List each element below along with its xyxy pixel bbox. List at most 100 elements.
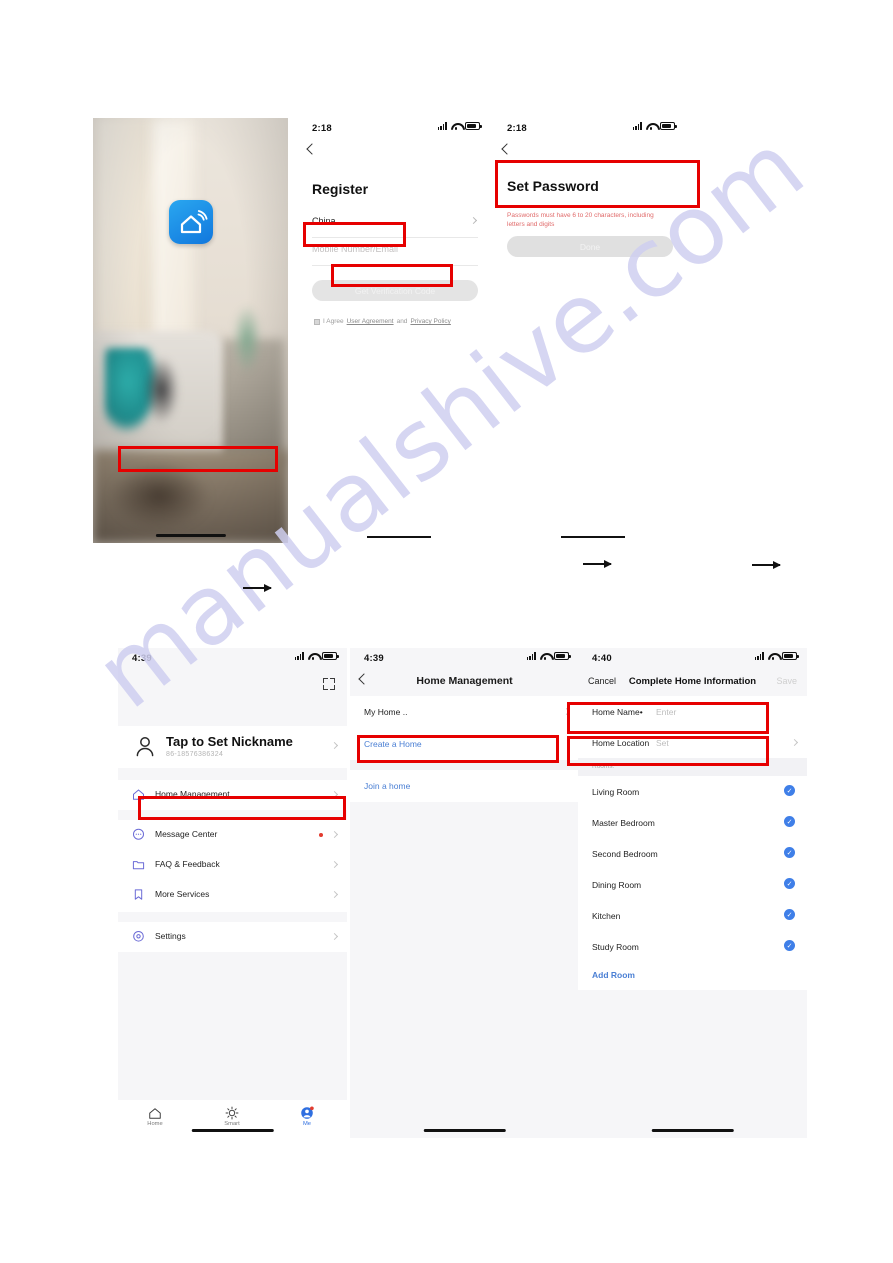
check-icon[interactable]: ✓ bbox=[784, 878, 795, 889]
list-item[interactable]: Living Room ✓ bbox=[578, 776, 807, 807]
agreement-conjunction: and bbox=[396, 318, 408, 325]
user-avatar-icon bbox=[136, 737, 154, 757]
home-info-form: Home Name• Enter Home Location Set Rooms… bbox=[578, 696, 807, 990]
home-indicator bbox=[155, 534, 226, 537]
smart-home-wifi-logo-icon bbox=[168, 200, 213, 244]
home-name-placeholder: Enter bbox=[656, 707, 677, 717]
signal-icon bbox=[294, 652, 304, 660]
list-item[interactable]: Master Bedroom ✓ bbox=[578, 807, 807, 838]
folder-icon bbox=[132, 861, 145, 870]
create-a-home-button[interactable]: Create a Home bbox=[350, 728, 579, 760]
home-outline-icon bbox=[134, 1106, 176, 1120]
tab-label: Smart bbox=[224, 1121, 240, 1127]
list-item[interactable]: Dining Room ✓ bbox=[578, 869, 807, 900]
flow-line-1 bbox=[367, 536, 431, 538]
flow-arrow-2 bbox=[583, 559, 612, 568]
back-chevron-icon[interactable] bbox=[501, 143, 513, 155]
signal-icon bbox=[437, 122, 447, 130]
user-agreement-link[interactable]: User Agreement bbox=[347, 318, 394, 325]
tab-me[interactable]: Me bbox=[286, 1106, 328, 1127]
manual-page: manualshive.com Register Log in with Exi… bbox=[0, 0, 893, 1263]
sidebar-item-settings[interactable]: Settings bbox=[118, 922, 347, 952]
status-time: 2:18 bbox=[312, 123, 332, 134]
status-icons bbox=[632, 122, 677, 130]
sidebar-item-message-center[interactable]: Message Center bbox=[118, 820, 347, 850]
add-room-button[interactable]: Add Room bbox=[578, 962, 807, 990]
chevron-right-icon bbox=[790, 738, 799, 747]
tab-home[interactable]: Home bbox=[134, 1106, 176, 1127]
list-item[interactable]: Second Bedroom ✓ bbox=[578, 838, 807, 869]
chevron-right-icon bbox=[330, 890, 339, 899]
agreement-row[interactable]: I Agree User Agreement and Privacy Polic… bbox=[314, 318, 480, 325]
chevron-right-icon bbox=[469, 216, 478, 225]
room-name: Master Bedroom bbox=[592, 818, 655, 828]
screenshot-me-tab: 4:39 Tap to Set Nickname 86-18576386324 bbox=[118, 648, 347, 1138]
sidebar-item-label: More Services bbox=[155, 889, 210, 899]
password-rule-hint: Passwords must have 6 to 20 characters, … bbox=[507, 212, 654, 229]
status-time: 4:39 bbox=[364, 653, 384, 664]
tab-smart[interactable]: Smart bbox=[211, 1106, 253, 1127]
get-verification-code-button[interactable]: Get Verification Code bbox=[312, 280, 478, 301]
wifi-icon bbox=[768, 652, 778, 660]
home-indicator bbox=[651, 1129, 734, 1132]
signal-icon bbox=[754, 652, 764, 660]
list-item[interactable]: Kitchen ✓ bbox=[578, 900, 807, 931]
room-name: Living Room bbox=[592, 787, 640, 797]
status-time: 4:40 bbox=[592, 653, 612, 664]
battery-icon bbox=[782, 652, 799, 660]
home-location-field[interactable]: Home Location Set bbox=[578, 727, 807, 758]
sidebar-item-more-services[interactable]: More Services bbox=[118, 880, 347, 910]
flow-line-2 bbox=[561, 536, 625, 538]
signal-icon bbox=[632, 122, 642, 130]
screenshot-complete-home-information: 4:40 Cancel Complete Home Information Sa… bbox=[578, 648, 807, 1138]
save-button[interactable]: Save bbox=[776, 676, 797, 686]
rooms-header-label: Rooms: bbox=[592, 763, 615, 770]
profile-header-row[interactable]: Tap to Set Nickname 86-18576386324 bbox=[118, 726, 347, 768]
signal-icon bbox=[526, 652, 536, 660]
status-icons bbox=[754, 652, 799, 660]
done-button[interactable]: Done bbox=[507, 236, 673, 257]
check-icon[interactable]: ✓ bbox=[784, 816, 795, 827]
scan-qr-icon[interactable] bbox=[323, 678, 335, 690]
gear-icon bbox=[133, 931, 144, 942]
battery-icon bbox=[660, 122, 677, 130]
mobile-or-email-placeholder: Mobile Number/Email bbox=[312, 244, 399, 254]
status-icons bbox=[526, 652, 571, 660]
join-a-home-label: Join a home bbox=[364, 781, 411, 791]
tab-label: Me bbox=[302, 1121, 312, 1127]
menu-group-1: Home Management bbox=[118, 780, 347, 810]
page-title: Home Management bbox=[416, 675, 513, 687]
chevron-right-icon bbox=[330, 830, 339, 839]
status-bar: 4:39 bbox=[350, 648, 579, 670]
home-name-label: My Home .. bbox=[364, 707, 408, 717]
join-a-home-button[interactable]: Join a home bbox=[350, 770, 579, 802]
agreement-checkbox[interactable] bbox=[314, 318, 320, 325]
home-indicator bbox=[423, 1129, 506, 1132]
sidebar-item-faq-feedback[interactable]: FAQ & Feedback bbox=[118, 850, 347, 880]
check-icon[interactable]: ✓ bbox=[784, 847, 795, 858]
sidebar-item-home-management[interactable]: Home Management bbox=[118, 780, 347, 810]
mobile-or-email-input[interactable]: Mobile Number/Email bbox=[312, 244, 478, 266]
flow-arrow-3 bbox=[752, 560, 781, 569]
list-item-my-home[interactable]: My Home .. bbox=[350, 696, 579, 728]
chevron-right-icon bbox=[330, 860, 339, 869]
home-name-field[interactable]: Home Name• Enter bbox=[578, 696, 807, 727]
check-icon[interactable]: ✓ bbox=[784, 785, 795, 796]
check-icon[interactable]: ✓ bbox=[784, 909, 795, 920]
room-name: Study Room bbox=[592, 942, 639, 952]
check-icon[interactable]: ✓ bbox=[784, 940, 795, 951]
status-icons bbox=[437, 122, 482, 130]
privacy-policy-link[interactable]: Privacy Policy bbox=[410, 318, 450, 325]
create-a-home-label: Create a Home bbox=[364, 739, 422, 749]
list-item[interactable]: Study Room ✓ bbox=[578, 931, 807, 962]
status-icons bbox=[294, 652, 339, 660]
wifi-icon bbox=[308, 652, 318, 660]
screenshot-set-password: 2:18 Set Password Passwords must have 6 … bbox=[493, 118, 685, 543]
sidebar-item-label: Home Management bbox=[155, 789, 230, 799]
page-title: Set Password bbox=[507, 178, 599, 194]
agreement-prefix: I Agree bbox=[323, 318, 344, 325]
back-chevron-icon[interactable] bbox=[306, 143, 318, 155]
country-select-row[interactable]: China bbox=[312, 216, 478, 238]
phone-number-label: 86-18576386324 bbox=[166, 751, 224, 758]
menu-group-3: Settings bbox=[118, 922, 347, 952]
